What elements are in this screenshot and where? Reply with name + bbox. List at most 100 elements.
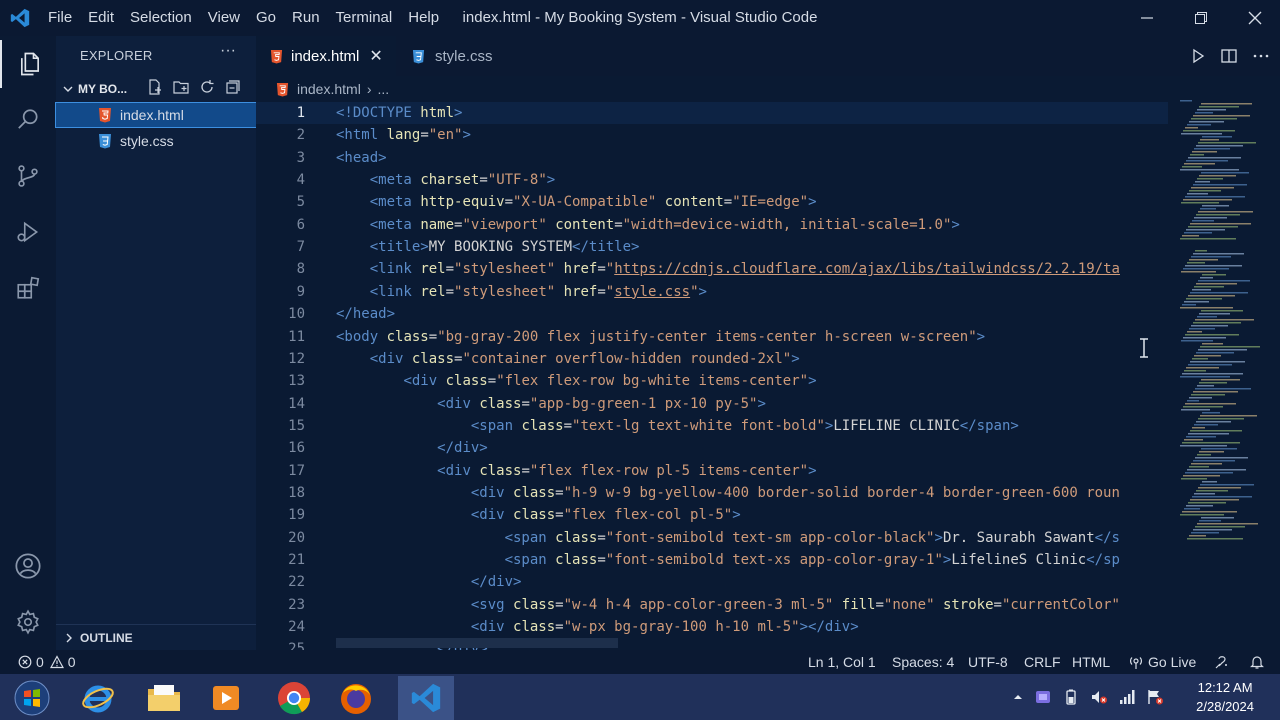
explorer-more-button[interactable]: ··· <box>220 42 236 60</box>
code-line[interactable]: 21 <span class="font-semibold text-xs ap… <box>256 549 1168 571</box>
system-tray <box>1012 674 1164 720</box>
breadcrumb-file[interactable]: index.html <box>297 81 361 97</box>
volume-muted-icon[interactable] <box>1090 688 1108 706</box>
file-item-style-css[interactable]: style.css <box>56 129 256 153</box>
code-line[interactable]: 10 </head> <box>256 303 1168 325</box>
cursor-position[interactable]: Ln 1, Col 1 <box>808 650 876 674</box>
code-line[interactable]: 2 <html lang="en"> <box>256 124 1168 146</box>
code-line[interactable]: 8 <link rel="stylesheet" href="https://c… <box>256 258 1168 280</box>
code-text: <body class="bg-gray-200 flex justify-ce… <box>336 328 986 345</box>
code-line[interactable]: 13 <div class="flex flex-row bg-white it… <box>256 370 1168 392</box>
new-file-icon[interactable] <box>146 78 164 96</box>
css3-icon <box>99 134 111 149</box>
close-tab-icon[interactable]: ✕ <box>369 46 382 66</box>
battery-icon[interactable] <box>1062 688 1080 706</box>
breadcrumb-separator: › <box>366 81 372 97</box>
broadcast-icon <box>1130 657 1142 669</box>
vscode-icon[interactable] <box>398 676 454 720</box>
menu-view[interactable]: View <box>200 0 248 36</box>
encoding[interactable]: UTF-8 <box>968 650 1008 674</box>
chrome-icon[interactable] <box>266 676 322 720</box>
code-line[interactable]: 24 <div class="w-px bg-gray-100 h-10 ml-… <box>256 616 1168 638</box>
language-mode[interactable]: HTML <box>1072 650 1110 674</box>
code-text: <title>MY BOOKING SYSTEM</title> <box>369 239 640 256</box>
code-line[interactable]: 4 <meta charset="UTF-8"> <box>256 169 1168 191</box>
editor-tabs: index.html ✕ style.css <box>256 36 1280 76</box>
minimap[interactable] <box>1172 100 1268 550</box>
internet-explorer-icon[interactable] <box>70 676 126 720</box>
code-line[interactable]: 6 <meta name="viewport" content="width=d… <box>256 214 1168 236</box>
menu-selection[interactable]: Selection <box>122 0 200 36</box>
teams-icon[interactable] <box>1034 688 1052 706</box>
source-control-icon[interactable] <box>0 152 56 200</box>
menu-run[interactable]: Run <box>284 0 328 36</box>
code-line[interactable]: 16 </div> <box>256 437 1168 459</box>
code-line[interactable]: 14 <div class="app-bg-green-1 px-10 py-5… <box>256 393 1168 415</box>
code-line[interactable]: 3 <head> <box>256 147 1168 169</box>
horizontal-scrollbar[interactable] <box>336 638 618 648</box>
split-editor-icon[interactable] <box>1220 47 1238 65</box>
feedback-icon[interactable] <box>1214 654 1230 670</box>
action-center-flag-icon[interactable] <box>1146 688 1164 706</box>
menu-help[interactable]: Help <box>400 0 447 36</box>
html5-icon <box>270 49 283 63</box>
code-text: <span class="text-lg text-white font-bol… <box>470 417 1019 434</box>
new-folder-icon[interactable] <box>172 78 190 96</box>
file-explorer-icon[interactable] <box>136 676 192 720</box>
restore-button[interactable] <box>1174 0 1228 36</box>
search-icon[interactable] <box>0 96 56 144</box>
code-line[interactable]: 22 </div> <box>256 571 1168 593</box>
file-item-index-html[interactable]: index.html <box>55 102 257 128</box>
code-line[interactable]: 5 <meta http-equiv="X-UA-Compatible" con… <box>256 191 1168 213</box>
collapse-all-icon[interactable] <box>224 78 242 96</box>
code-line[interactable]: 18 <div class="h-9 w-9 bg-yellow-400 bor… <box>256 482 1168 504</box>
menu-terminal[interactable]: Terminal <box>328 0 401 36</box>
code-text: <div class="flex flex-col pl-5"> <box>470 507 741 524</box>
code-line[interactable]: 1 <!DOCTYPE html> <box>256 102 1168 124</box>
refresh-icon[interactable] <box>198 78 216 96</box>
menu-edit[interactable]: Edit <box>80 0 122 36</box>
firefox-icon[interactable] <box>328 676 384 720</box>
go-live-button[interactable]: Go Live <box>1128 650 1196 674</box>
extensions-icon[interactable] <box>0 264 56 312</box>
code-line[interactable]: 12 <div class="container overflow-hidden… <box>256 348 1168 370</box>
line-ending[interactable]: CRLF <box>1024 650 1061 674</box>
indentation[interactable]: Spaces: 4 <box>892 650 954 674</box>
settings-gear-icon[interactable] <box>0 598 56 646</box>
code-line[interactable]: 7 <title>MY BOOKING SYSTEM</title> <box>256 236 1168 258</box>
run-debug-icon[interactable] <box>0 208 56 256</box>
line-number: 18 <box>288 484 305 501</box>
code-line[interactable]: 11 <body class="bg-gray-200 flex justify-… <box>256 326 1168 348</box>
menu-go[interactable]: Go <box>248 0 284 36</box>
run-icon[interactable] <box>1190 48 1206 64</box>
windows-start-icon[interactable] <box>4 676 60 720</box>
code-line[interactable]: 17 <div class="flex flex-row pl-5 items-… <box>256 460 1168 482</box>
breadcrumb-rest[interactable]: ... <box>377 81 389 97</box>
outline-section[interactable]: OUTLINE <box>56 624 256 651</box>
code-editor[interactable]: 1 <!DOCTYPE html> 2 <html lang="en"> 3 <head>… <box>256 100 1168 650</box>
code-text: <meta charset="UTF-8"> <box>369 172 556 189</box>
show-hidden-icons-icon[interactable] <box>1012 691 1024 703</box>
tab-style-css[interactable]: style.css <box>396 36 536 76</box>
more-actions-icon[interactable] <box>1252 47 1270 65</box>
network-signal-icon[interactable] <box>1118 688 1136 706</box>
menu-file[interactable]: File <box>40 0 80 36</box>
tab-index-html[interactable]: index.html ✕ <box>256 36 396 76</box>
code-line[interactable]: 9 <link rel="stylesheet" href="style.css… <box>256 281 1168 303</box>
minimize-button[interactable] <box>1120 0 1174 36</box>
folder-header[interactable]: MY BO... <box>56 78 256 100</box>
code-line[interactable]: 15 <span class="text-lg text-white font-… <box>256 415 1168 437</box>
taskbar-clock[interactable]: 12:12 AM 2/28/2024 <box>1196 678 1254 716</box>
notifications-bell-icon[interactable] <box>1249 654 1265 670</box>
explorer-icon[interactable] <box>0 40 58 88</box>
account-icon[interactable] <box>0 542 56 590</box>
code-line[interactable]: 23 <svg class="w-4 h-4 app-color-green-3… <box>256 594 1168 616</box>
code-line[interactable]: 20 <span class="font-semibold text-sm ap… <box>256 527 1168 549</box>
code-line[interactable]: 19 <div class="flex flex-col pl-5"> <box>256 504 1168 526</box>
code-text: <meta http-equiv="X-UA-Compatible" conte… <box>369 194 817 211</box>
explorer-sidebar: EXPLORER ··· MY BO... index.html style.c… <box>55 36 257 651</box>
problems-indicator[interactable]: 0 0 <box>18 650 76 674</box>
line-number: 25 <box>288 641 305 650</box>
close-window-button[interactable] <box>1228 0 1280 36</box>
media-player-icon[interactable] <box>198 676 254 720</box>
